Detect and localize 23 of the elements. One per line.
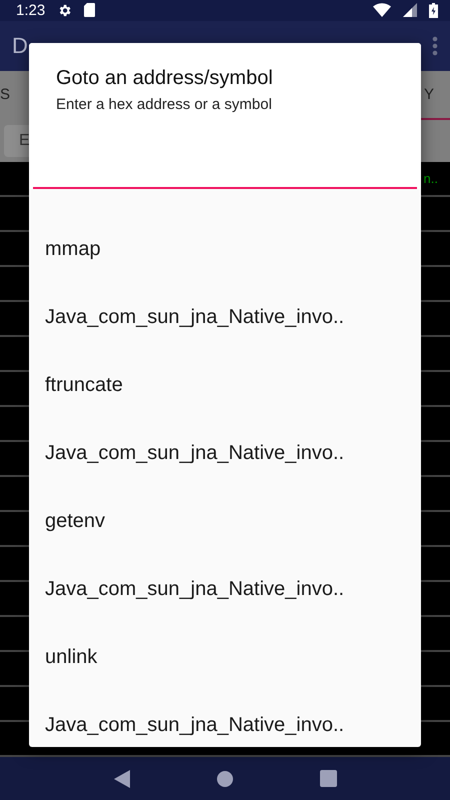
home-icon[interactable] (216, 770, 232, 787)
recents-icon[interactable] (320, 770, 336, 788)
clock-time: 1:23 (16, 2, 46, 19)
listing-cell: n.. (424, 171, 438, 186)
suggestion-item[interactable]: getenv (29, 487, 421, 555)
suggestion-item[interactable]: unlink (29, 623, 421, 691)
more-icon[interactable] (432, 36, 438, 56)
suggestion-item[interactable]: Java_com_sun_jna_Native_invo.. (29, 283, 421, 351)
app-title: D (12, 32, 28, 59)
dialog-title: Goto an address/symbol (56, 67, 274, 90)
tab[interactable]: S (0, 70, 10, 120)
suggestion-item[interactable]: Java_com_sun_jna_Native_invo.. (29, 691, 421, 747)
suggestion-item[interactable]: Java_com_sun_jna_Native_invo.. (29, 419, 421, 487)
sd-card-icon (84, 3, 96, 18)
signal-icon (403, 3, 417, 18)
suggestion-item[interactable]: mmap (29, 215, 421, 283)
battery-icon (429, 2, 438, 18)
dialog-message: Enter a hex address or a symbol (56, 96, 273, 113)
settings-icon (57, 2, 72, 18)
wifi-icon (373, 3, 391, 18)
back-icon[interactable] (114, 770, 130, 788)
suggestion-item[interactable]: ftruncate (29, 351, 421, 419)
suggestion-item[interactable]: Java_com_sun_jna_Native_invo.. (29, 555, 421, 623)
